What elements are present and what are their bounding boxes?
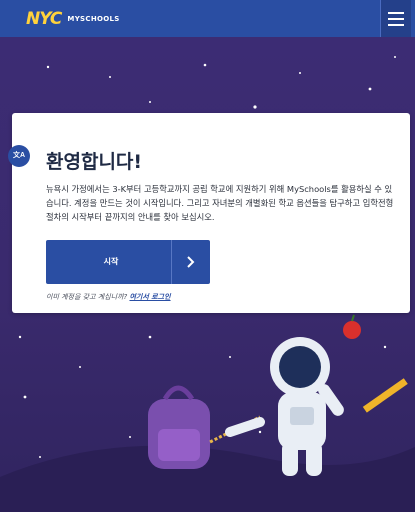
- top-header: NYC MYSCHOOLS: [0, 0, 415, 37]
- login-prompt: 이미 계정을 갖고 계십니까? 여기서 로그인: [46, 292, 171, 302]
- chevron-right-icon: [171, 240, 210, 284]
- page-title: 환영합니다!: [46, 151, 143, 173]
- hamburger-icon: [388, 11, 404, 14]
- login-prompt-text: 이미 계정을 갖고 계십니까?: [46, 293, 128, 301]
- login-link[interactable]: 여기서 로그인: [129, 293, 170, 301]
- nyc-myschools-logo[interactable]: NYC MYSCHOOLS: [26, 9, 120, 29]
- logo-myschools-text: MYSCHOOLS: [67, 15, 120, 23]
- pencil-illustration: [362, 378, 408, 413]
- logo-nyc-text: NYC: [26, 9, 62, 29]
- translate-icon[interactable]: 文A: [8, 145, 30, 167]
- start-button-label: 시작: [103, 257, 119, 266]
- welcome-description: 뉴욕시 가정에서는 3-K부터 고등학교까지 공립 학교에 지원하기 위해 My…: [46, 184, 394, 222]
- apple-illustration: [343, 314, 361, 339]
- menu-button[interactable]: [380, 0, 411, 37]
- start-button[interactable]: 시작: [46, 240, 210, 284]
